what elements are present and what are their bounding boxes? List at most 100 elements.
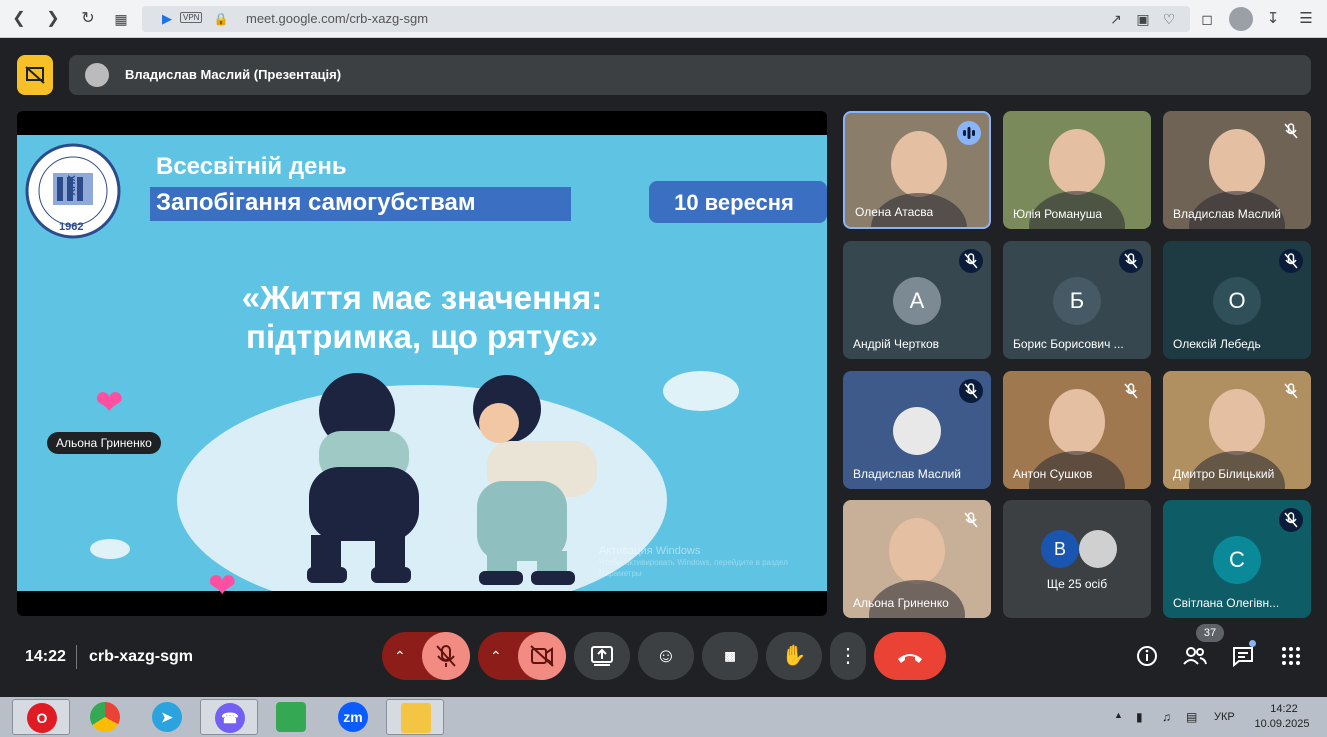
mic-off-icon	[1279, 249, 1303, 273]
present-screen-icon	[591, 646, 613, 666]
taskbar-app-zoom[interactable]: zm	[324, 699, 382, 735]
battery-icon[interactable]: ▤	[1186, 710, 1197, 724]
participant-tile[interactable]: Антон Сушков	[1003, 371, 1151, 489]
participant-tile[interactable]: А Андрій Чертков	[843, 241, 991, 359]
mic-off-icon	[1279, 119, 1303, 143]
participant-avatar	[1079, 530, 1117, 568]
share-icon[interactable]: ↗	[1105, 8, 1127, 30]
participant-avatar: Б	[1053, 277, 1101, 325]
participant-tile[interactable]: В Ще 25 осіб	[1003, 500, 1151, 618]
slide-quote-line1: «Життя має значення:	[241, 279, 603, 316]
activities-icon[interactable]	[1278, 644, 1304, 674]
leave-call-button[interactable]	[874, 632, 946, 680]
keyboard-language[interactable]: УКР	[1214, 711, 1235, 723]
participant-avatar: В	[1041, 530, 1079, 568]
folder-icon	[401, 703, 431, 733]
chevron-up-icon[interactable]: ⌃	[394, 632, 406, 680]
presentation-view[interactable]: ХНУ 1962 Всесвітній день Запобігання сам…	[17, 111, 827, 616]
raise-hand-button[interactable]: ✋	[766, 632, 822, 680]
captions-icon: ▩	[724, 649, 736, 663]
reload-icon[interactable]: ↻	[77, 8, 99, 30]
taskbar-app-chrome[interactable]	[76, 699, 134, 735]
captions-button[interactable]: ▩	[702, 632, 758, 680]
emoji-icon: ☺	[655, 645, 677, 667]
chat-icon[interactable]	[1230, 644, 1256, 674]
logo-year: 1962	[59, 221, 84, 233]
volume-icon[interactable]: ♫	[1162, 710, 1171, 724]
participant-name: Альона Гриненко	[853, 596, 949, 610]
participant-tile[interactable]: Владислав Маслий	[1163, 111, 1311, 229]
heart-icon[interactable]: ♡	[1158, 8, 1180, 30]
taskbar-app-viber[interactable]: ☎	[200, 699, 258, 735]
screenshot-icon[interactable]: ▣	[1132, 8, 1154, 30]
camera-toggle-button[interactable]	[518, 632, 566, 680]
camera-off-icon	[530, 645, 554, 667]
heart-reaction-icon: ❤	[95, 384, 124, 422]
participant-tile[interactable]: О Олексій Лебедь	[1163, 241, 1311, 359]
slide-title-line1: Всесвітній день	[156, 153, 347, 180]
participant-tile[interactable]: Б Борис Борисович ...	[1003, 241, 1151, 359]
mic-off-icon	[959, 249, 983, 273]
tray-expand-icon[interactable]: ▲	[1114, 710, 1123, 720]
hand-icon: ✋	[781, 645, 807, 667]
meet-window: Владислав Маслий (Презентація) ХНУ 1962 …	[0, 38, 1327, 697]
extensions-icon[interactable]: ◻	[1196, 8, 1218, 30]
participant-avatar	[893, 407, 941, 455]
mic-off-icon	[1119, 379, 1143, 403]
meeting-info-icon[interactable]	[1134, 644, 1160, 674]
menu-icon[interactable]: ☰	[1295, 8, 1317, 30]
taskbar-app-opera[interactable]: O	[12, 699, 70, 735]
mic-toggle-button[interactable]	[422, 632, 470, 680]
participant-tile[interactable]: Олена Атасва	[843, 111, 991, 229]
people-icon[interactable]	[1182, 644, 1208, 674]
watermark-line3: Параметры	[599, 569, 642, 578]
slide-quote-line2: підтримка, що рятує»	[246, 318, 598, 355]
chevron-up-icon[interactable]: ⌃	[490, 632, 502, 680]
participant-tile[interactable]: Дмитро Білицький	[1163, 371, 1311, 489]
taskbar-app-explorer[interactable]	[386, 699, 444, 735]
taskbar-app-telegram[interactable]: ➤	[138, 699, 196, 735]
zoom-icon: zm	[338, 702, 368, 732]
presentation-mode-button[interactable]	[17, 55, 53, 95]
cloud-shape	[90, 539, 130, 559]
speaking-indicator-icon	[957, 121, 981, 145]
participant-tile[interactable]: Альона Гриненко	[843, 500, 991, 618]
divider	[76, 645, 77, 669]
participant-video	[1049, 389, 1105, 455]
profile-icon[interactable]	[1229, 7, 1253, 31]
participant-name: Світлана Олегівн...	[1173, 596, 1280, 610]
telegram-icon: ➤	[152, 702, 182, 732]
reaction-name-label: Альона Гриненко	[47, 432, 161, 454]
system-date[interactable]: 10.09.2025	[1252, 718, 1312, 730]
participant-video	[1209, 129, 1265, 195]
network-icon[interactable]: ▮	[1136, 710, 1143, 724]
system-time[interactable]: 14:22	[1256, 703, 1312, 715]
participant-tile[interactable]: С Світлана Олегівн...	[1163, 500, 1311, 618]
back-icon[interactable]: ❮	[8, 8, 30, 30]
more-options-button[interactable]: ⋮	[830, 632, 866, 680]
url-text[interactable]: meet.google.com/crb-xazg-sgm	[246, 11, 428, 26]
presenter-bar: Владислав Маслий (Презентація)	[69, 55, 1311, 95]
forward-icon[interactable]: ❯	[42, 8, 64, 30]
watermark-line1: Активация Windows	[599, 545, 701, 557]
mic-off-icon	[1119, 249, 1143, 273]
presenter-avatar	[85, 63, 109, 87]
tabs-grid-icon[interactable]: ▦	[110, 8, 132, 30]
vpn-badge[interactable]: VPN	[180, 12, 203, 23]
mic-off-icon	[1279, 379, 1303, 403]
mic-off-icon	[436, 645, 456, 667]
present-screen-button[interactable]	[574, 632, 630, 680]
taskbar-app-other[interactable]	[262, 699, 320, 735]
emoji-button[interactable]: ☺	[638, 632, 694, 680]
participant-tile[interactable]: Владислав Маслий	[843, 371, 991, 489]
participant-tile[interactable]: Юлія Романуша	[1003, 111, 1151, 229]
meeting-code[interactable]: crb-xazg-sgm	[89, 648, 193, 666]
watermark-line2: Чтобы активировать Windows, перейдите в …	[599, 558, 788, 567]
participant-avatar: С	[1213, 536, 1261, 584]
mic-off-icon	[959, 379, 983, 403]
lock-icon[interactable]: 🔒	[210, 8, 232, 30]
participant-name: Антон Сушков	[1013, 467, 1093, 481]
mic-off-icon	[1279, 508, 1303, 532]
browser-toolbar: ❮ ❯ ↻ ▦ ▶ VPN 🔒 meet.google.com/crb-xazg…	[0, 0, 1327, 38]
download-icon[interactable]: ↧	[1262, 8, 1284, 30]
